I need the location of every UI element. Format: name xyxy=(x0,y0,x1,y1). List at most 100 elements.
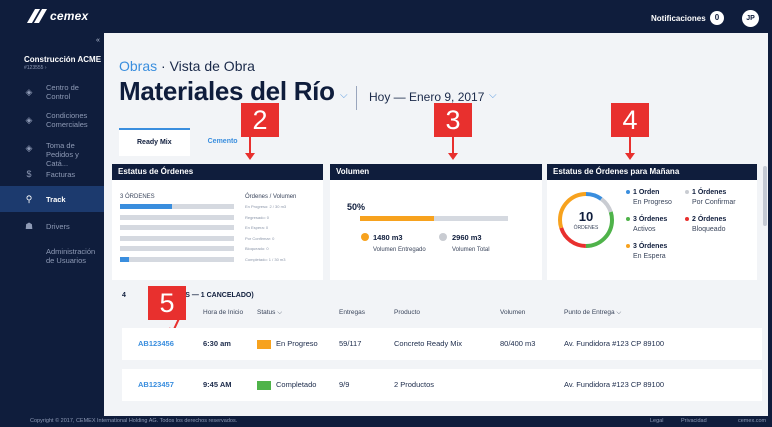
status-count: 2 Órdenes xyxy=(692,216,727,223)
commercial-icon: ◈ xyxy=(25,115,33,125)
tab-ready-mix[interactable]: Ready Mix xyxy=(119,128,190,156)
footer-link-privacy[interactable]: Privacidad xyxy=(681,418,707,424)
logo-text: cemex xyxy=(50,9,89,23)
breadcrumb-separator: · xyxy=(157,58,170,74)
column-header-point-label: Punto de Entrega xyxy=(564,309,615,316)
sidebar-item-label: Centro de Control xyxy=(46,83,79,101)
order-status-label: Completado xyxy=(276,380,317,389)
page-title[interactable]: Materiales del Río xyxy=(119,76,335,107)
column-header-deliveries[interactable]: Entregas xyxy=(339,309,365,316)
sidebar-item-track[interactable]: ⚲ Track xyxy=(0,186,104,212)
order-id-link[interactable]: AB123456 xyxy=(138,328,174,360)
orders-summary: 4 ERTOS — 1 CANCELADO) xyxy=(122,292,254,299)
breadcrumb-link-obras[interactable]: Obras xyxy=(119,58,157,74)
column-header-delivery-point[interactable]: Punto de Entrega ⌵ xyxy=(564,309,621,317)
scrollbar[interactable] xyxy=(763,166,767,226)
column-header-start-time[interactable]: Hora de Inicio xyxy=(203,309,243,316)
order-status-bar xyxy=(120,256,234,262)
card-title: Estatus de Órdenes xyxy=(112,164,323,180)
card-title: Estatus de Órdenes para Mañana xyxy=(547,164,757,180)
order-id-link[interactable]: AB123457 xyxy=(138,369,174,401)
order-status-label: En Espera: 0 xyxy=(245,225,269,230)
table-row[interactable]: AB123457 9:45 AM Completado 9/9 2 Produc… xyxy=(122,369,762,401)
user-avatar[interactable]: JP xyxy=(742,10,759,27)
order-delivery-point: Av. Fundidora #123 CP 89100 xyxy=(564,380,665,389)
footer-link-legal[interactable]: Legal xyxy=(650,418,663,424)
chevron-down-icon[interactable]: ⌵ xyxy=(489,90,497,101)
top-bar: cemex Notificaciones 0 JP xyxy=(0,0,772,33)
sidebar-item-label: Track xyxy=(46,195,66,204)
sidebar-item-label: Drivers xyxy=(46,222,70,231)
column-header-status-label: Status xyxy=(257,309,276,316)
copyright: Copyright © 2017, CEMEX International Ho… xyxy=(30,418,238,424)
sidebar-item-drivers[interactable]: ☗ Drivers xyxy=(0,216,104,236)
order-start-time: 9:45 AM xyxy=(203,380,232,389)
order-status-bar xyxy=(120,214,234,220)
table-row[interactable]: AB123456 6:30 am En Progreso 59/117 Conc… xyxy=(122,328,762,360)
home-icon: ◈ xyxy=(25,87,33,97)
status-count: 3 Órdenes xyxy=(633,216,668,223)
sidebar-item-label: Facturas xyxy=(46,170,76,179)
annotation-marker: 2 xyxy=(241,103,279,137)
status-dot xyxy=(626,217,630,222)
chevron-down-icon[interactable]: ⌵ xyxy=(340,90,348,101)
column-header-status[interactable]: Status ⌵ xyxy=(257,309,282,317)
annotation-marker: 4 xyxy=(611,103,649,137)
date-filter[interactable]: Hoy — Enero 9, 2017 xyxy=(369,90,484,104)
delivered-volume: 1480 m3 xyxy=(373,233,403,242)
column-header-product[interactable]: Producto xyxy=(394,309,420,316)
logo-mark-icon xyxy=(26,9,48,23)
chevron-down-icon: ⌵ xyxy=(277,309,283,316)
status-label: Por Confirmar xyxy=(692,199,736,206)
footer: Copyright © 2017, CEMEX International Ho… xyxy=(0,416,772,427)
total-volume: 2960 m3 xyxy=(452,233,482,242)
sidebar-item-commercial-conditions[interactable]: ◈ Condiciones Comerciales xyxy=(0,109,104,135)
footer-link-cemex[interactable]: cemex.com xyxy=(738,418,766,424)
order-status-label: En Progreso: 2 / 30 m3 xyxy=(245,204,287,209)
annotation-marker: 3 xyxy=(434,103,472,137)
total-legend-dot xyxy=(439,233,447,241)
cemex-logo[interactable]: cemex xyxy=(26,9,89,23)
main-content: Obras · Vista de Obra Materiales del Río… xyxy=(104,33,768,416)
sidebar: « Construcción ACME #123555 › ◈ Centro d… xyxy=(0,33,104,416)
company-name[interactable]: Construcción ACME xyxy=(24,55,101,64)
order-status-label: Completado: 1 / 30 m3 xyxy=(245,256,286,262)
notifications-label[interactable]: Notificaciones xyxy=(651,14,706,23)
annotation-arrow xyxy=(625,137,635,160)
volume-progress-fill xyxy=(360,216,434,221)
order-status-label: Por Confirmar: 0 xyxy=(245,235,275,241)
annotation-marker: 5 xyxy=(148,286,186,320)
chevron-down-icon: ⌵ xyxy=(616,309,622,316)
sidebar-item-invoices[interactable]: $ Facturas xyxy=(0,165,104,183)
sidebar-item-user-admin[interactable]: Administración de Usuarios xyxy=(0,243,104,269)
column-header-volume[interactable]: Volumen xyxy=(500,309,525,316)
order-status-bar-fill xyxy=(120,256,130,262)
card-title: Volumen xyxy=(330,164,542,180)
sidebar-item-label: Condiciones Comerciales xyxy=(46,111,88,129)
product-tabs: Ready Mix Cemento xyxy=(119,128,256,156)
sidebar-item-orders[interactable]: ◈ Toma de Pedidos y Catá... xyxy=(0,137,104,168)
order-status-label: En Progreso xyxy=(276,339,318,348)
company-id[interactable]: #123555 › xyxy=(24,65,47,71)
tomorrow-total-label: ÓRDENES xyxy=(573,225,599,231)
order-delivery-point: Av. Fundidora #123 CP 89100 xyxy=(564,339,665,348)
status-label: Bloqueado xyxy=(692,226,726,233)
order-icon: ◈ xyxy=(25,143,33,153)
volume-card: Volumen 50% 1480 m3 Volumen Entregado 29… xyxy=(330,164,542,280)
order-status-bar-fill xyxy=(120,204,173,209)
status-label: En Progreso xyxy=(633,199,672,206)
tomorrow-total: 10 xyxy=(578,209,594,224)
status-dot xyxy=(685,217,689,222)
order-product: Concreto Ready Mix xyxy=(394,339,462,348)
notifications-badge[interactable]: 0 xyxy=(710,11,724,25)
status-label: Activos xyxy=(633,226,656,233)
collapse-sidebar-icon[interactable]: « xyxy=(96,37,104,45)
order-status-bar xyxy=(120,225,234,230)
order-product: 2 Productos xyxy=(394,380,435,389)
tomorrow-status-item: 3 Órdenes En Espera xyxy=(626,242,667,262)
status-dot xyxy=(626,190,630,195)
drivers-icon: ☗ xyxy=(24,221,34,231)
order-status: Completado xyxy=(257,369,316,401)
breadcrumb-current: Vista de Obra xyxy=(169,58,255,74)
sidebar-item-control-center[interactable]: ◈ Centro de Control xyxy=(0,81,104,107)
